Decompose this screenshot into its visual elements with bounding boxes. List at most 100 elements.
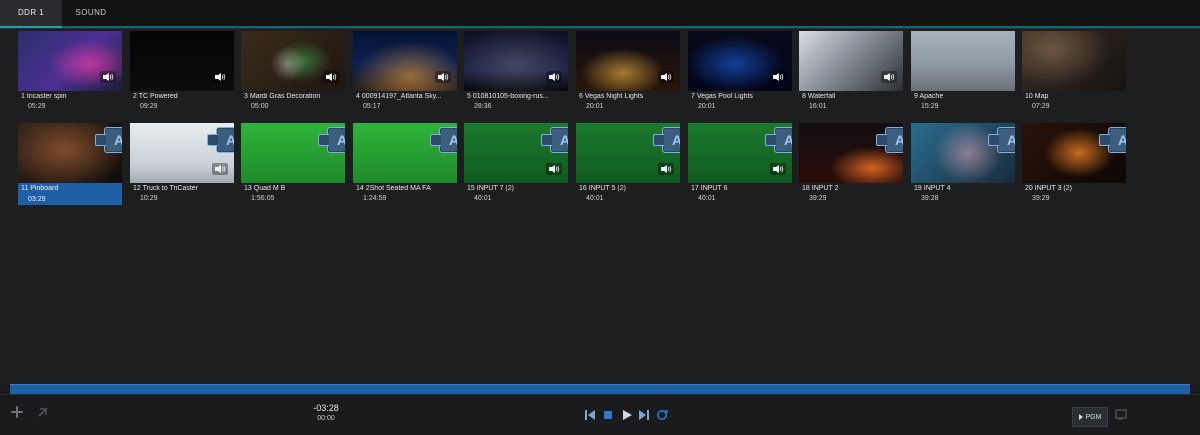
tab-ddr-1[interactable]: DDR 1 <box>0 0 62 28</box>
audio-channel-chip[interactable]: A <box>765 127 792 153</box>
media-title-text: Mardi Gras Decoration <box>249 93 321 100</box>
thumbnail[interactable] <box>353 31 457 91</box>
media-title-text: Quad M B <box>253 185 286 192</box>
media-tile[interactable]: 3 Mardi Gras Decoration 05:00 <box>241 31 345 111</box>
transport-bar: -03:28 00:00 PGM <box>0 394 1200 435</box>
audio-channel-chip[interactable]: A <box>430 127 457 153</box>
media-tile[interactable]: 1 tricaster spin 05:29 <box>18 31 122 111</box>
audio-channel-chip[interactable]: A <box>1099 127 1126 153</box>
media-tile[interactable]: A 17 INPUT 6 40:01 <box>688 123 792 203</box>
media-title-text: 000914197_Atlanta Sky... <box>361 93 442 100</box>
chip-tab <box>653 134 664 146</box>
media-title-text: tricaster spin <box>26 93 67 100</box>
pgm-button[interactable]: PGM <box>1072 407 1108 427</box>
add-icon[interactable] <box>10 405 24 419</box>
media-duration: 1:24:59 <box>363 195 387 202</box>
thumbnail[interactable]: A <box>911 123 1015 183</box>
media-duration: 05:00 <box>251 103 269 110</box>
media-tile[interactable]: A 12 Truck to TriCaster 10:29 <box>130 123 234 203</box>
media-title-text: INPUT 7 (2) <box>476 185 514 192</box>
audio-channel-chip[interactable]: A <box>318 127 345 153</box>
thumbnail[interactable] <box>799 31 903 91</box>
thumbnail[interactable] <box>576 31 680 91</box>
thumbnail[interactable] <box>911 31 1015 91</box>
media-tile[interactable]: 4 000914197_Atlanta Sky... 05:17 <box>353 31 457 111</box>
loop-icon[interactable] <box>655 408 669 422</box>
stop-icon[interactable] <box>601 408 615 422</box>
chip-tab <box>430 134 441 146</box>
thumbnail[interactable] <box>1022 31 1126 91</box>
media-tile[interactable]: A 16 INPUT 5 (2) 40:01 <box>576 123 680 203</box>
media-index: 18 <box>802 185 810 192</box>
media-tile[interactable]: 10 Map 07:29 <box>1022 31 1126 111</box>
tab-sound[interactable]: SOUND <box>62 0 120 26</box>
media-tile[interactable]: 8 Waterfall 16:01 <box>799 31 903 111</box>
media-tile[interactable]: A 20 INPUT 3 (2) 39:29 <box>1022 123 1126 203</box>
media-tile[interactable]: A 18 INPUT 2 39:29 <box>799 123 903 203</box>
media-index: 14 <box>356 185 364 192</box>
thumbnail[interactable]: A <box>18 123 122 183</box>
thumbnail[interactable] <box>241 31 345 91</box>
speaker-icon <box>881 71 897 83</box>
audio-channel-chip[interactable]: A <box>653 127 680 153</box>
thumbnail[interactable]: A <box>688 123 792 183</box>
thumbnail[interactable] <box>464 31 568 91</box>
media-tile[interactable]: 9 Apache 15:29 <box>911 31 1015 111</box>
speaker-icon <box>658 71 674 83</box>
media-duration: 39:28 <box>921 195 939 202</box>
media-duration: 1:56:05 <box>251 195 275 202</box>
audio-channel-chip[interactable]: A <box>541 127 568 153</box>
next-icon[interactable] <box>637 408 651 422</box>
media-title-text: 2Shot Seated MA FA <box>365 185 431 192</box>
thumbnail[interactable]: A <box>799 123 903 183</box>
media-index: 13 <box>244 185 252 192</box>
thumbnail[interactable]: A <box>464 123 568 183</box>
thumbnail[interactable] <box>130 31 234 91</box>
media-title-text: INPUT 5 (2) <box>588 185 626 192</box>
speaker-icon <box>546 163 562 175</box>
thumbnail[interactable]: A <box>1022 123 1126 183</box>
speaker-icon <box>212 71 228 83</box>
media-tile[interactable]: A 11 Pinboard 03:29 <box>18 123 122 205</box>
media-tile[interactable]: 2 TC Powered 09:29 <box>130 31 234 111</box>
media-tile[interactable]: A 15 INPUT 7 (2) 40:01 <box>464 123 568 203</box>
media-duration: 10:29 <box>140 195 158 202</box>
media-tile[interactable]: 7 Vegas Pool Lights 20:01 <box>688 31 792 111</box>
settings-icon[interactable] <box>36 405 50 419</box>
thumbnail[interactable]: A <box>130 123 234 183</box>
thumbnail[interactable] <box>688 31 792 91</box>
media-title-text: Vegas Pool Lights <box>696 93 753 100</box>
speaker-icon <box>323 71 339 83</box>
speaker-icon <box>435 71 451 83</box>
thumbnail[interactable]: A <box>353 123 457 183</box>
media-tile[interactable]: A 13 Quad M B 1:56:05 <box>241 123 345 203</box>
media-title-text: TC Powered <box>138 93 178 100</box>
media-index: 17 <box>691 185 699 192</box>
thumbnail[interactable] <box>18 31 122 91</box>
chip-tab <box>765 134 776 146</box>
audio-channel-chip[interactable]: A <box>95 127 122 153</box>
media-duration: 20:01 <box>586 103 604 110</box>
media-title-text: 010810105-boxing-rus... <box>472 93 549 100</box>
audio-channel-chip[interactable]: A <box>988 127 1015 153</box>
previous-icon[interactable] <box>583 408 597 422</box>
output-icon[interactable] <box>1114 407 1128 421</box>
media-tile[interactable]: A 14 2Shot Seated MA FA 1:24:59 <box>353 123 457 203</box>
media-index: 20 <box>1025 185 1033 192</box>
thumbnail[interactable]: A <box>576 123 680 183</box>
media-duration: 40:01 <box>698 195 716 202</box>
thumbnail[interactable]: A <box>241 123 345 183</box>
media-tile[interactable]: 6 Vegas Night Lights 20:01 <box>576 31 680 111</box>
media-tile[interactable]: 5 010810105-boxing-rus... 28:36 <box>464 31 568 111</box>
speaker-icon <box>546 71 562 83</box>
audio-channel-chip[interactable]: A <box>207 127 234 153</box>
play-icon[interactable] <box>619 408 633 422</box>
media-duration: 20:01 <box>698 103 716 110</box>
speaker-icon <box>770 163 786 175</box>
media-title-text: Pinboard <box>30 185 59 192</box>
media-title-text: Apache <box>919 93 944 100</box>
speaker-icon <box>770 71 786 83</box>
chip-tab <box>1099 134 1110 146</box>
audio-channel-chip[interactable]: A <box>876 127 903 153</box>
media-tile[interactable]: A 19 INPUT 4 39:28 <box>911 123 1015 203</box>
